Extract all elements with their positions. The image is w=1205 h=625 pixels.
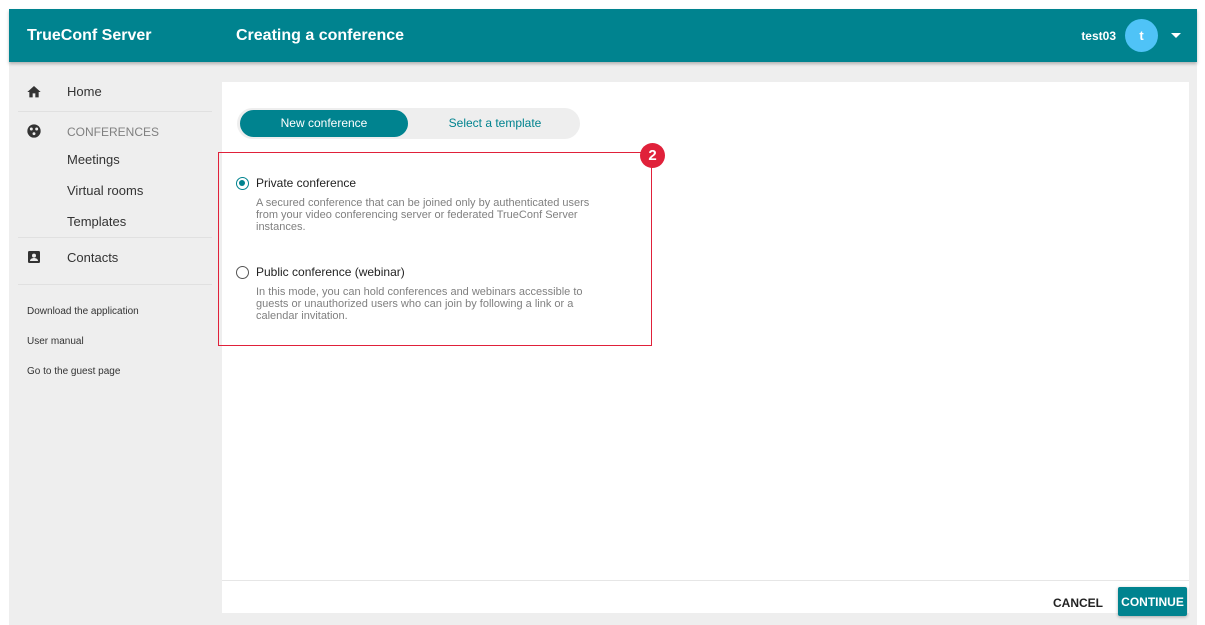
guest-page-link[interactable]: Go to the guest page — [27, 366, 120, 377]
user-menu[interactable]: test03 t — [1081, 9, 1181, 62]
sidebar-item-meetings[interactable]: Meetings — [67, 152, 120, 167]
contacts-icon — [28, 251, 40, 263]
sidebar-item-templates[interactable]: Templates — [67, 214, 126, 229]
public-conference-radio[interactable] — [236, 265, 249, 279]
step-badge: 2 — [640, 143, 665, 168]
home-icon — [27, 86, 41, 98]
divider — [18, 284, 212, 285]
continue-button[interactable]: CONTINUE — [1118, 587, 1187, 616]
user-manual-link[interactable]: User manual — [27, 336, 84, 347]
sidebar-item-home[interactable]: Home — [67, 84, 102, 99]
page-title: Creating a conference — [236, 27, 405, 44]
sidebar-section-conferences: CONFERENCES — [67, 125, 160, 139]
sidebar-item-virtual-rooms[interactable]: Virtual rooms — [67, 183, 143, 198]
option-title[interactable]: Private conference — [256, 176, 356, 190]
private-conference-option[interactable]: Private conference A secured conference … — [236, 176, 616, 233]
username[interactable]: test03 — [1081, 29, 1116, 43]
top-bar: TrueConf Server Creating a conference te… — [9, 9, 1197, 62]
option-description: In this mode, you can hold conferences a… — [256, 286, 583, 322]
avatar[interactable]: t — [1125, 19, 1158, 52]
option-title[interactable]: Public conference (webinar) — [256, 265, 405, 279]
sidebar-item-contacts[interactable]: Contacts — [67, 250, 118, 265]
divider — [18, 237, 212, 238]
cancel-button[interactable]: CANCEL — [1045, 591, 1111, 615]
footer-divider — [222, 580, 1189, 581]
tab-new-conference[interactable]: New conference — [240, 110, 408, 137]
brand-logo[interactable]: TrueConf Server — [27, 9, 151, 62]
conference-type-toggle: New conference Select a template — [237, 108, 580, 139]
divider — [18, 111, 212, 112]
sidebar: Home CONFERENCES Meetings Virtual rooms … — [9, 62, 214, 625]
public-conference-option[interactable]: Public conference (webinar) In this mode… — [236, 265, 616, 322]
conferences-icon — [27, 124, 41, 138]
tab-select-template[interactable]: Select a template — [412, 110, 578, 137]
private-conference-radio[interactable] — [236, 176, 249, 190]
download-app-link[interactable]: Download the application — [27, 306, 139, 317]
option-description: A secured conference that can be joined … — [256, 197, 590, 233]
chevron-down-icon[interactable] — [1171, 33, 1181, 38]
